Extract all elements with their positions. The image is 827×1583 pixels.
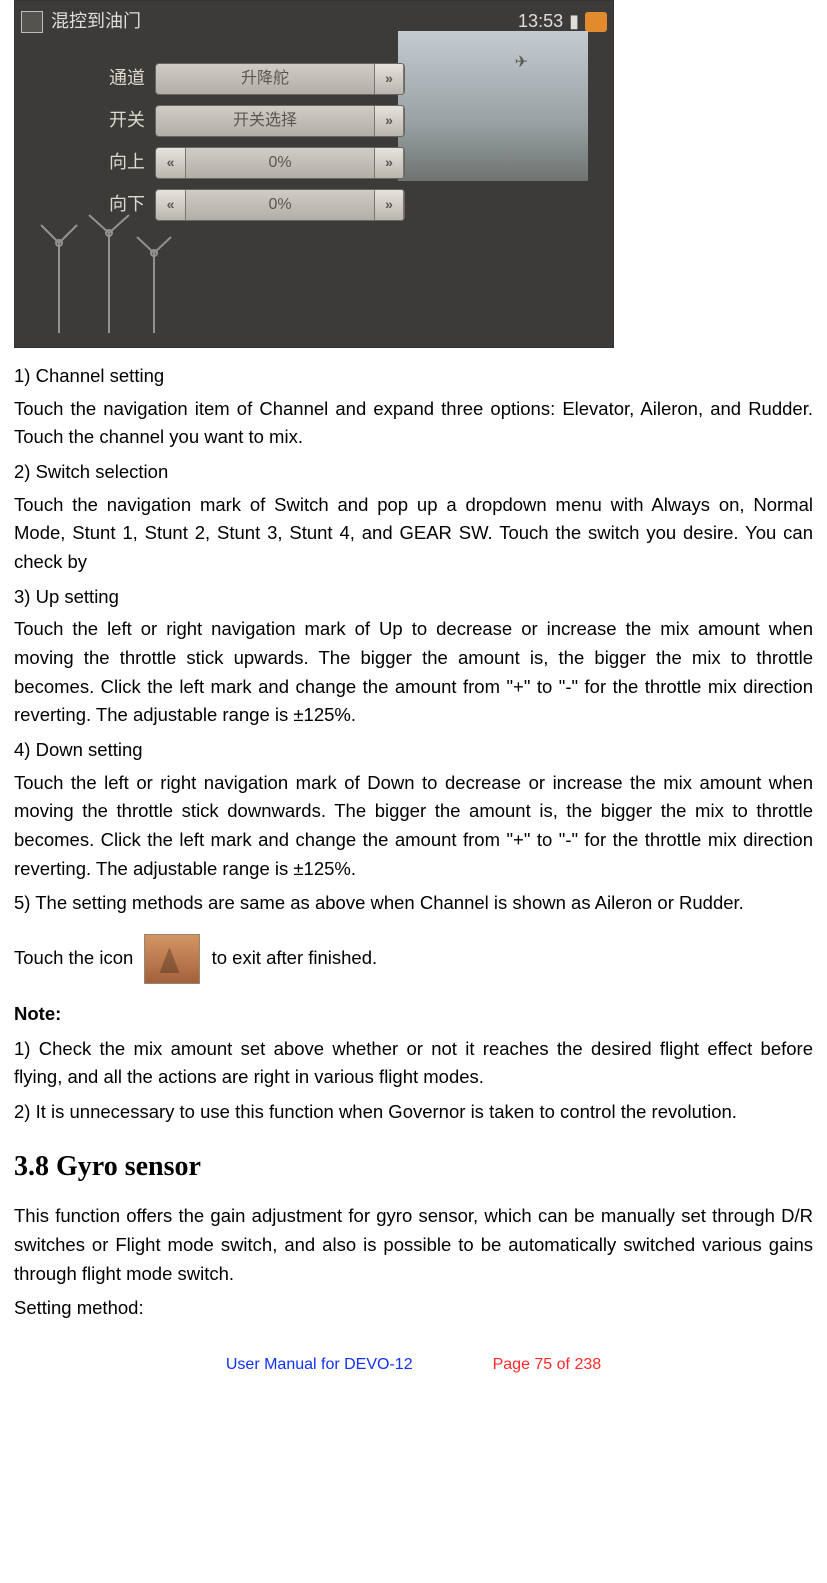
row-label: 向上 (85, 149, 145, 177)
section-1-body: Touch the navigation item of Channel and… (14, 395, 813, 452)
back-icon[interactable] (21, 11, 43, 33)
exit-app-icon (144, 934, 200, 984)
gyro-body: This function offers the gain adjustment… (14, 1202, 813, 1288)
exit-icon[interactable] (585, 12, 607, 32)
row-down: 向下 « 0% » (85, 187, 405, 223)
chevron-left-icon[interactable]: « (156, 148, 186, 178)
background-sky: ✈︎ (398, 31, 588, 181)
exit-suffix: to exit after finished. (212, 947, 378, 968)
note-title: Note: (14, 1000, 813, 1029)
section-4-body: Touch the left or right navigation mark … (14, 769, 813, 884)
row-switch: 开关 开关选择 » (85, 103, 405, 139)
channel-value: 升降舵 (156, 67, 374, 92)
plane-icon: ✈︎ (515, 51, 528, 76)
down-value: 0% (186, 193, 374, 218)
up-value: 0% (186, 151, 374, 176)
chevron-right-icon[interactable]: » (374, 106, 404, 136)
section-1-title: 1) Channel setting (14, 362, 813, 391)
note-1: 1) Check the mix amount set above whethe… (14, 1035, 813, 1092)
row-up: 向上 « 0% » (85, 145, 405, 181)
row-label: 向下 (85, 191, 145, 219)
section-3-body: Touch the left or right navigation mark … (14, 615, 813, 730)
note-2: 2) It is unnecessary to use this functio… (14, 1098, 813, 1127)
settings-panel: 通道 升降舵 » 开关 开关选择 » 向上 « 0% » 向下 « (85, 61, 405, 229)
chevron-right-icon[interactable]: » (374, 148, 404, 178)
switch-value: 开关选择 (156, 109, 374, 134)
row-channel: 通道 升降舵 » (85, 61, 405, 97)
chevron-right-icon[interactable]: » (374, 190, 404, 220)
page-footer: User Manual for DEVO-12 Page 75 of 238 (14, 1353, 813, 1378)
section-2-body: Touch the navigation mark of Switch and … (14, 491, 813, 577)
footer-page-number: Page 75 of 238 (493, 1353, 602, 1378)
section-2-title: 2) Switch selection (14, 458, 813, 487)
chevron-right-icon[interactable]: » (374, 64, 404, 94)
up-field: « 0% » (155, 147, 405, 179)
row-label: 通道 (85, 65, 145, 93)
down-field: « 0% » (155, 189, 405, 221)
exit-instruction: Touch the icon to exit after finished. (14, 934, 813, 984)
section-4-title: 4) Down setting (14, 736, 813, 765)
device-screenshot: 混控到油门 13:53 ▮ ✈︎ 通道 升降舵 » (14, 0, 614, 348)
channel-field[interactable]: 升降舵 » (155, 63, 405, 95)
screen-title: 混控到油门 (51, 8, 141, 36)
section-3-title: 3) Up setting (14, 583, 813, 612)
heading-3-8: 3.8 Gyro sensor (14, 1145, 813, 1188)
row-label: 开关 (85, 107, 145, 135)
section-5-body: 5) The setting methods are same as above… (14, 889, 813, 918)
setting-method: Setting method: (14, 1294, 813, 1323)
footer-manual-title: User Manual for DEVO-12 (226, 1353, 413, 1378)
chevron-left-icon[interactable]: « (156, 190, 186, 220)
switch-field[interactable]: 开关选择 » (155, 105, 405, 137)
exit-prefix: Touch the icon (14, 947, 138, 968)
